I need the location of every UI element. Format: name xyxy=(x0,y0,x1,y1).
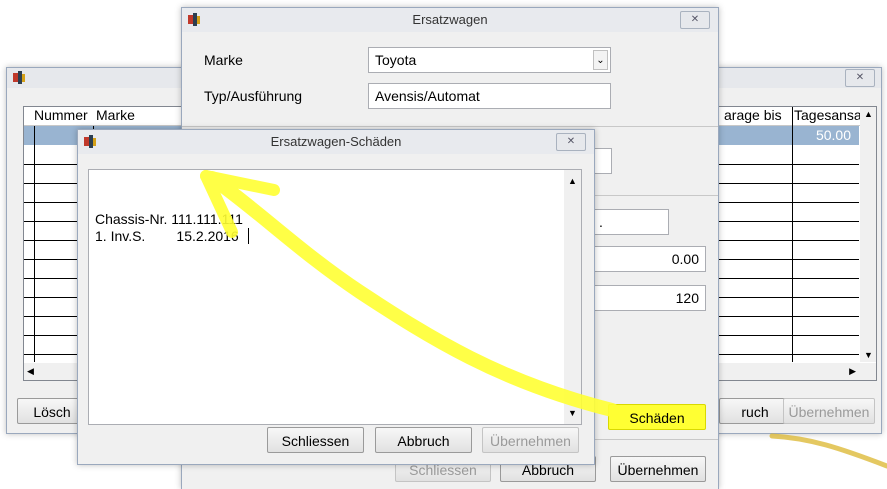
text-cursor xyxy=(248,228,249,244)
app-icon xyxy=(13,71,25,84)
chevron-left-icon: ◀ xyxy=(27,366,34,376)
partial-field-1[interactable] xyxy=(592,148,612,174)
app-icon xyxy=(188,13,200,26)
typ-label: Typ/Ausführung xyxy=(204,88,303,104)
typ-input[interactable]: Avensis/Automat xyxy=(368,83,611,109)
betrag-field-1[interactable]: 0.00 xyxy=(592,246,706,272)
partial-field-2[interactable]: . xyxy=(592,209,669,235)
textarea-scrollbar[interactable]: ▲ ▼ xyxy=(564,170,581,424)
chevron-right-icon: ▶ xyxy=(849,366,856,376)
schaeden-dialog: Ersatzwagen-Schäden ✕ Chassis-Nr. 111.11… xyxy=(77,129,595,465)
chevron-up-icon: ▲ xyxy=(568,176,577,186)
ersatzwagen-title: Ersatzwagen xyxy=(412,12,488,27)
close-icon: ✕ xyxy=(690,14,700,25)
uebernehmen-button[interactable]: Übernehmen xyxy=(610,456,706,482)
bg-vertical-scrollbar[interactable]: ▲ ▼ xyxy=(860,107,876,362)
schaeden-close-button[interactable]: ✕ xyxy=(556,133,586,151)
dialog-uebernehmen-button[interactable]: Übernehmen xyxy=(482,427,579,453)
bg-uebernehmen-button[interactable]: Übernehmen xyxy=(783,398,875,424)
dropdown-chevron-icon[interactable]: ⌄ xyxy=(593,50,608,70)
marke-value: Toyota xyxy=(375,52,417,68)
dialog-abbruch-button[interactable]: Abbruch xyxy=(375,427,472,453)
text-line-2: 1. Inv.S. 15.2.2016 xyxy=(95,228,239,244)
schaeden-textarea[interactable]: Chassis-Nr. 111.111.111 1. Inv.S. 15.2.2… xyxy=(88,169,582,425)
section-divider xyxy=(182,126,718,127)
ersatzwagen-close-button[interactable]: ✕ xyxy=(680,11,710,29)
text-line-1: Chassis-Nr. 111.111.111 xyxy=(95,211,243,227)
dialog-schliessen-button[interactable]: Schliessen xyxy=(267,427,364,453)
section-divider-3 xyxy=(592,439,718,440)
chevron-down-icon: ▼ xyxy=(568,408,577,418)
section-divider-2 xyxy=(592,195,718,196)
ersatzwagen-titlebar: Ersatzwagen ✕ xyxy=(182,8,718,32)
chevron-up-icon: ▲ xyxy=(864,109,873,119)
close-icon: ✕ xyxy=(855,72,865,83)
marke-label: Marke xyxy=(204,52,243,68)
schaeden-title: Ersatzwagen-Schäden xyxy=(270,134,402,149)
chevron-down-icon: ▼ xyxy=(864,350,873,360)
marke-select[interactable]: Toyota ⌄ xyxy=(368,47,611,73)
betrag-field-2[interactable]: 120 xyxy=(592,285,706,311)
schaeden-button[interactable]: Schäden xyxy=(608,404,706,430)
bg-abbruch-button[interactable]: ruch xyxy=(719,398,791,424)
close-icon: ✕ xyxy=(566,136,576,147)
bg-close-button[interactable]: ✕ xyxy=(845,69,875,87)
schaeden-titlebar: Ersatzwagen-Schäden ✕ xyxy=(78,130,594,154)
app-icon xyxy=(84,135,96,148)
